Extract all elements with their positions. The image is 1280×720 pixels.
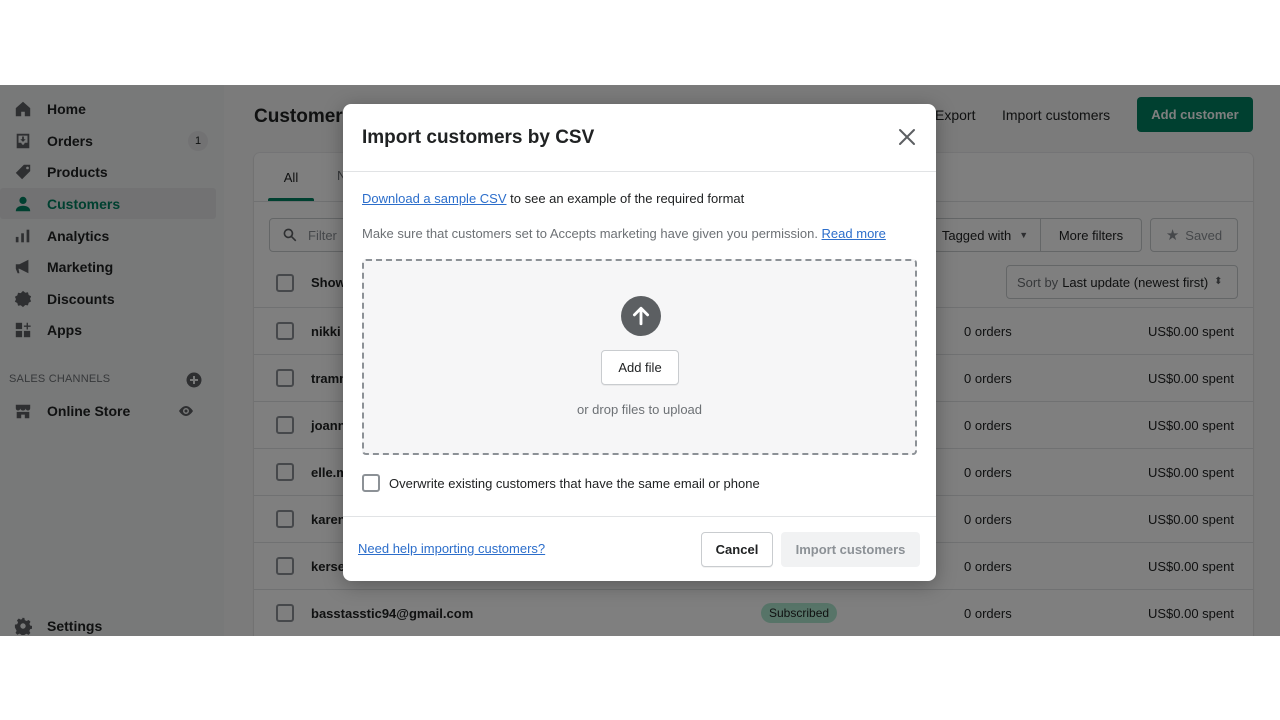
close-button[interactable]	[894, 124, 920, 150]
drop-hint: or drop files to upload	[576, 402, 703, 417]
modal-title: Import customers by CSV	[362, 127, 595, 148]
modal-footer: Need help importing customers? Cancel Im…	[343, 516, 936, 581]
close-icon	[899, 129, 915, 145]
overwrite-option[interactable]: Overwrite existing customers that have t…	[362, 474, 760, 492]
import-csv-modal: Import customers by CSV Download a sampl…	[343, 104, 936, 581]
import-customers-submit-button[interactable]: Import customers	[781, 532, 920, 567]
cancel-button[interactable]: Cancel	[701, 532, 773, 567]
add-file-button[interactable]: Add file	[601, 350, 679, 385]
permission-message: Make sure that customers set to Accepts …	[362, 226, 822, 241]
read-more-link[interactable]: Read more	[822, 226, 886, 241]
file-dropzone[interactable]: Add file or drop files to upload	[362, 259, 917, 455]
modal-header: Import customers by CSV	[343, 104, 936, 172]
download-sample-csv-link[interactable]: Download a sample CSV	[362, 191, 507, 206]
download-sample-rest: to see an example of the required format	[506, 191, 745, 206]
permission-text: Make sure that customers set to Accepts …	[362, 226, 886, 241]
overwrite-label: Overwrite existing customers that have t…	[389, 475, 760, 491]
download-sample-text: Download a sample CSV to see an example …	[362, 191, 744, 206]
upload-icon	[621, 296, 661, 336]
overwrite-checkbox[interactable]	[362, 474, 380, 492]
help-importing-link[interactable]: Need help importing customers?	[358, 541, 545, 556]
